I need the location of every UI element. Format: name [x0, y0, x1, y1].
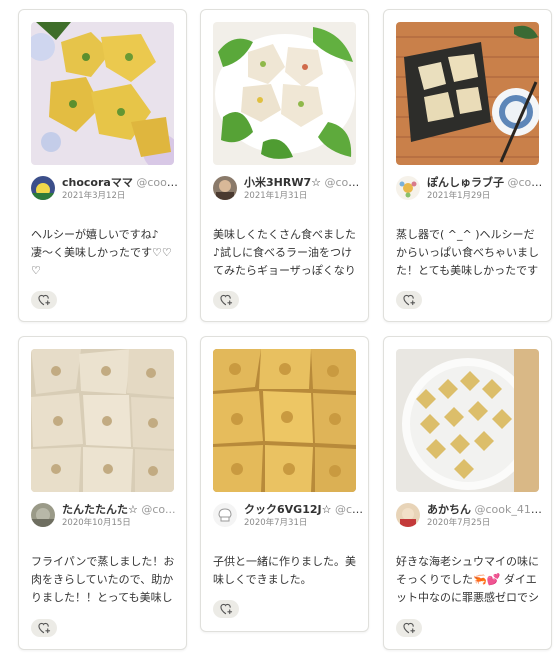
author-info[interactable]: あかちん @cook_411... 2020年7月25日 [396, 503, 547, 531]
author-info[interactable]: ぽんしゅラブ子 @cook... 2021年1月29日 [396, 176, 547, 204]
avatar[interactable] [396, 176, 420, 200]
avatar[interactable] [213, 176, 237, 200]
heart-plus-icon [37, 294, 50, 306]
author-name-line[interactable]: chocoraママ @cook_... [62, 176, 182, 190]
like-button[interactable] [213, 291, 239, 309]
author-name-line[interactable]: あかちん @cook_411... [427, 503, 547, 517]
like-button[interactable] [31, 291, 57, 309]
avatar[interactable] [31, 503, 55, 527]
avatar[interactable] [396, 503, 420, 527]
feedback-card[interactable]: あかちん @cook_411... 2020年7月25日 好きな海老シュウマイの… [383, 336, 552, 650]
heart-plus-icon [219, 603, 232, 615]
dish-photo[interactable] [31, 349, 174, 492]
author-handle: @cook... [507, 176, 548, 189]
like-button[interactable] [396, 619, 422, 637]
author-name[interactable]: あかちん [427, 503, 471, 516]
author-name[interactable]: 小米3HRW7☆ [244, 176, 321, 189]
feedback-card[interactable]: クック6VG12J☆ @co... 2020年7月31日 子供と一緒に作りました… [200, 336, 369, 632]
comment-text: 美味しくたくさん食べました♪試しに食べるラー油をつけてみたらギョーザっぽくなりこ… [213, 228, 356, 277]
author-handle: @co... [141, 503, 176, 516]
author-info[interactable]: 小米3HRW7☆ @coo... 2021年1月31日 [213, 176, 364, 204]
author-name-line[interactable]: ぽんしゅラブ子 @cook... [427, 176, 547, 190]
heart-plus-icon [219, 294, 232, 306]
comment-text: 蒸し器で( ^_^ )ヘルシーだからいっぱい食べちゃいました！とても美味しかった… [396, 228, 539, 277]
heart-plus-icon [402, 294, 415, 306]
comment-text: フライパンで蒸しました！お肉をきらしていたので、助かりました！！とっても美味しか… [31, 555, 175, 604]
author-handle: @cook_411... [474, 503, 548, 516]
author-handle: @coo... [324, 176, 364, 189]
comment-text: 好きな海老シュウマイの味にそっくりでした🦐💕 ダイエット中なのに罪悪感ゼロでシュ… [396, 555, 539, 604]
author-handle: @cook_... [136, 176, 182, 189]
dish-photo[interactable] [396, 349, 539, 492]
post-date: 2020年7月25日 [427, 518, 491, 528]
heart-plus-icon [402, 622, 415, 634]
comment-text: ヘルシーが嬉しいですね♪凄〜く美味しかったです♡♡♡ [31, 228, 172, 277]
dish-photo[interactable] [396, 22, 539, 165]
author-name[interactable]: たんたたんた☆ [62, 503, 138, 516]
feedback-card[interactable]: chocoraママ @cook_... 2021年3月12日 ヘルシーが嬉しいで… [18, 9, 187, 322]
like-button[interactable] [31, 619, 57, 637]
post-date: 2020年10月15日 [62, 518, 131, 528]
feedback-card[interactable]: たんたたんた☆ @co... 2020年10月15日 フライパンで蒸しました！お… [18, 336, 187, 650]
author-name-line[interactable]: クック6VG12J☆ @co... [244, 503, 364, 517]
author-name[interactable]: クック6VG12J☆ [244, 503, 331, 516]
post-date: 2021年1月29日 [427, 191, 491, 201]
post-date: 2020年7月31日 [244, 518, 308, 528]
post-date: 2021年1月31日 [244, 191, 308, 201]
feedback-card[interactable]: 小米3HRW7☆ @coo... 2021年1月31日 美味しくたくさん食べまし… [200, 9, 369, 322]
author-name-line[interactable]: たんたたんた☆ @co... [62, 503, 182, 517]
author-name[interactable]: chocoraママ [62, 176, 133, 189]
like-button[interactable] [213, 600, 239, 618]
feedback-card[interactable]: ぽんしゅラブ子 @cook... 2021年1月29日 蒸し器で( ^_^ )ヘ… [383, 9, 552, 322]
dish-photo[interactable] [31, 22, 174, 165]
author-handle: @co... [334, 503, 364, 516]
author-info[interactable]: たんたたんた☆ @co... 2020年10月15日 [31, 503, 181, 531]
comment-text: 子供と一緒に作りました。美味しくできました。 [213, 555, 356, 586]
author-info[interactable]: chocoraママ @cook_... 2021年3月12日 [31, 176, 182, 204]
dish-photo[interactable] [213, 22, 356, 165]
dish-photo[interactable] [213, 349, 356, 492]
avatar[interactable] [213, 503, 237, 527]
author-name-line[interactable]: 小米3HRW7☆ @coo... [244, 176, 364, 190]
avatar[interactable] [31, 176, 55, 200]
heart-plus-icon [37, 622, 50, 634]
post-date: 2021年3月12日 [62, 191, 126, 201]
like-button[interactable] [396, 291, 422, 309]
author-info[interactable]: クック6VG12J☆ @co... 2020年7月31日 [213, 503, 364, 531]
author-name[interactable]: ぽんしゅラブ子 [427, 176, 504, 189]
